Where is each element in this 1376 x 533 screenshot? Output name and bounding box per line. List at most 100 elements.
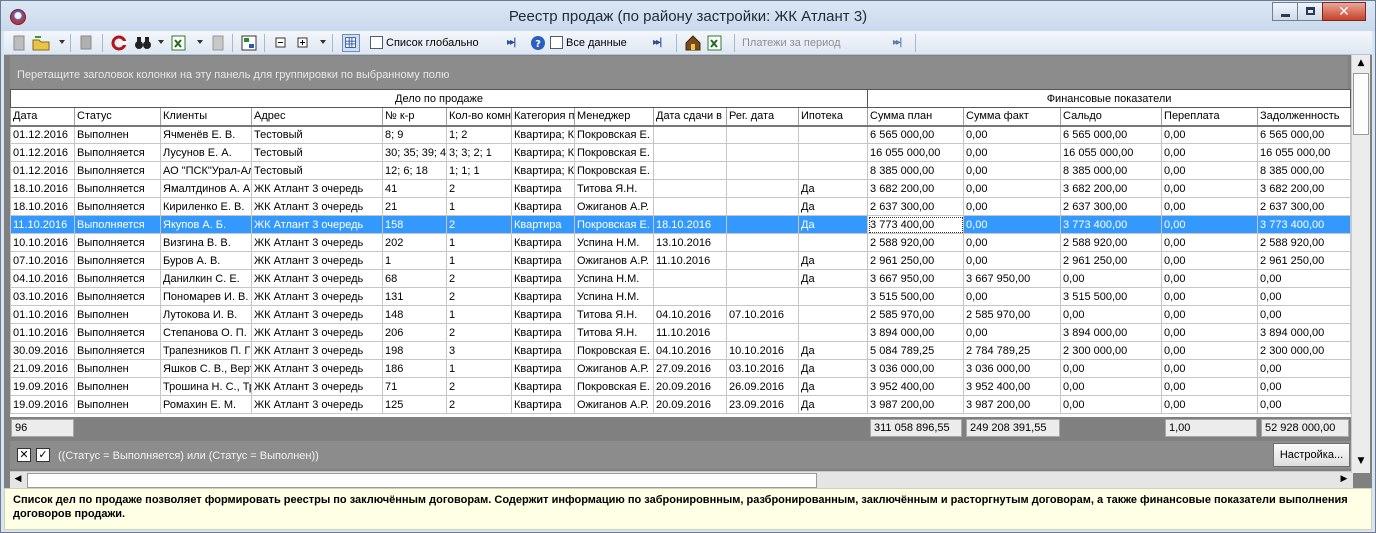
table-cell[interactable]: 8 385 000,00 bbox=[1060, 161, 1163, 180]
table-cell[interactable]: 148 bbox=[382, 305, 447, 324]
clear-filter-icon[interactable]: ✕ bbox=[17, 448, 31, 462]
table-cell[interactable]: 3 894 000,00 bbox=[867, 323, 965, 342]
table-cell[interactable] bbox=[726, 323, 799, 342]
table-cell[interactable]: 2 300 000,00 bbox=[1060, 341, 1163, 360]
table-cell[interactable]: Да bbox=[797, 251, 869, 270]
tree-view-icon[interactable] bbox=[240, 34, 258, 52]
table-cell[interactable]: 21 bbox=[382, 197, 447, 216]
column-header[interactable]: Сальдо bbox=[1060, 107, 1163, 127]
table-cell[interactable]: Покровская Е. bbox=[574, 377, 654, 396]
table-cell[interactable]: 03.10.2016 bbox=[10, 287, 75, 306]
table-cell[interactable]: Ожиганов А.Р. bbox=[574, 395, 654, 414]
table-cell[interactable]: Выполняется bbox=[74, 161, 161, 180]
table-cell[interactable] bbox=[797, 305, 869, 324]
table-cell[interactable]: 0,00 bbox=[963, 251, 1062, 270]
table-cell[interactable]: 0,00 bbox=[1060, 269, 1163, 288]
table-cell[interactable]: 01.12.2016 bbox=[10, 161, 75, 180]
table-cell[interactable]: 206 bbox=[382, 323, 447, 342]
table-cell[interactable]: 16 055 000,00 bbox=[1257, 143, 1352, 162]
open-folder-icon[interactable] bbox=[32, 34, 50, 52]
table-cell[interactable]: ЖК Атлант 3 очередь bbox=[251, 395, 383, 414]
table-cell[interactable]: Выполняется bbox=[74, 143, 161, 162]
table-cell[interactable]: Квартира bbox=[511, 341, 575, 360]
table-cell[interactable]: Ячменёв Е. В. bbox=[160, 125, 252, 144]
table-cell[interactable] bbox=[653, 287, 727, 306]
table-row[interactable]: 11.10.2016 Выполняется Якупов А. Б. ЖК Атла… bbox=[10, 215, 1352, 234]
table-cell[interactable]: 07.10.2016 bbox=[10, 251, 75, 270]
table-cell[interactable]: ЖК Атлант 3 очередь bbox=[251, 215, 383, 234]
table-cell[interactable]: 8 385 000,00 bbox=[867, 161, 965, 180]
table-cell[interactable]: 0,00 bbox=[1161, 395, 1259, 414]
maximize-button[interactable] bbox=[1297, 2, 1323, 21]
expand-icon[interactable] bbox=[294, 34, 312, 52]
table-cell[interactable]: Ямалтдинов А. А bbox=[160, 179, 252, 198]
table-cell[interactable]: 04.10.2016 bbox=[653, 305, 727, 324]
table-cell[interactable]: 71 bbox=[382, 377, 447, 396]
table-cell[interactable]: Покровская Е. bbox=[574, 341, 654, 360]
table-cell[interactable]: Выполняется bbox=[74, 251, 161, 270]
table-cell[interactable]: 3 036 000,00 bbox=[867, 359, 965, 378]
table-cell[interactable]: Квартира bbox=[511, 215, 575, 234]
table-cell[interactable]: 8 385 000,00 bbox=[1257, 161, 1352, 180]
table-cell[interactable]: ЖК Атлант 3 очередь bbox=[251, 341, 383, 360]
table-cell[interactable]: 1 bbox=[382, 251, 447, 270]
band-header-deal[interactable]: Дело по продаже bbox=[10, 89, 869, 108]
table-cell[interactable]: 2 300 000,00 bbox=[1257, 341, 1352, 360]
all-data-checkbox[interactable] bbox=[550, 36, 563, 49]
table-cell[interactable]: 12; 6; 18 bbox=[382, 161, 447, 180]
column-header[interactable]: Адрес bbox=[251, 107, 383, 127]
table-cell[interactable]: Успина Н.М. bbox=[574, 269, 654, 288]
table-cell[interactable]: 3 773 400,00 bbox=[867, 215, 965, 234]
table-cell[interactable]: 0,00 bbox=[1161, 251, 1259, 270]
table-cell[interactable]: 0,00 bbox=[1060, 395, 1163, 414]
table-cell[interactable]: 202 bbox=[382, 233, 447, 252]
payments-period-label[interactable]: Платежи за период bbox=[742, 37, 841, 49]
table-cell[interactable]: 0,00 bbox=[1161, 197, 1259, 216]
scroll-up-icon[interactable]: ▲ bbox=[1353, 56, 1369, 72]
table-cell[interactable] bbox=[653, 143, 727, 162]
table-cell[interactable]: Выполняется bbox=[74, 341, 161, 360]
table-cell[interactable]: 0,00 bbox=[1257, 395, 1352, 414]
period-nav-arrows-icon[interactable]: ▸▸| bbox=[507, 37, 517, 48]
table-cell[interactable]: 0,00 bbox=[1257, 269, 1352, 288]
table-cell[interactable]: 01.12.2016 bbox=[10, 143, 75, 162]
table-cell[interactable]: 2 784 789,25 bbox=[963, 341, 1062, 360]
table-cell[interactable]: ЖК Атлант 3 очередь bbox=[251, 251, 383, 270]
table-cell[interactable]: 0,00 bbox=[1161, 341, 1259, 360]
table-cell[interactable]: Выполняется bbox=[74, 287, 161, 306]
table-cell[interactable]: 2 961 250,00 bbox=[867, 251, 965, 270]
table-cell[interactable]: Покровская Е. bbox=[574, 161, 654, 180]
help-icon[interactable]: ? bbox=[529, 34, 547, 52]
table-cell[interactable]: 131 bbox=[382, 287, 447, 306]
table-cell[interactable]: Квартира bbox=[511, 197, 575, 216]
table-cell[interactable]: 2 bbox=[446, 287, 512, 306]
open-dropdown-arrow-icon[interactable] bbox=[59, 40, 65, 44]
minimize-button[interactable] bbox=[1272, 2, 1298, 21]
table-row[interactable]: 01.12.2016 Выполняется Лусунов Е. А. Тестов… bbox=[10, 143, 1352, 162]
table-cell[interactable]: 19.09.2016 bbox=[10, 377, 75, 396]
table-cell[interactable]: 19.09.2016 bbox=[10, 395, 75, 414]
table-cell[interactable]: 26.09.2016 bbox=[726, 377, 799, 396]
table-cell[interactable]: 0,00 bbox=[963, 233, 1062, 252]
refresh-icon[interactable] bbox=[110, 34, 128, 52]
table-row[interactable]: 01.12.2016 Выполняется АО "ПСК"Урал-Ал Тест… bbox=[10, 161, 1352, 180]
table-cell[interactable]: 3 667 950,00 bbox=[963, 269, 1062, 288]
scroll-down-icon[interactable]: ▼ bbox=[1353, 454, 1369, 470]
table-cell[interactable]: 30.09.2016 bbox=[10, 341, 75, 360]
payments-nav-arrows-icon[interactable]: ▸▸| bbox=[893, 37, 903, 48]
group-by-panel[interactable]: Перетащите заголовок колонки на эту пане… bbox=[10, 56, 1348, 89]
table-cell[interactable]: 0,00 bbox=[1161, 143, 1259, 162]
table-cell[interactable]: 0,00 bbox=[963, 125, 1062, 144]
table-cell[interactable]: 3 682 200,00 bbox=[1060, 179, 1163, 198]
table-cell[interactable]: Ромахин Е. М. bbox=[160, 395, 252, 414]
table-cell[interactable]: 10.10.2016 bbox=[726, 341, 799, 360]
table-cell[interactable]: Титова Я.Н. bbox=[574, 305, 654, 324]
table-cell[interactable]: 3 773 400,00 bbox=[1257, 215, 1352, 234]
table-cell[interactable]: 3 515 500,00 bbox=[1060, 287, 1163, 306]
table-cell[interactable]: Квартира; К bbox=[511, 125, 575, 144]
table-cell[interactable]: 13.10.2016 bbox=[653, 233, 727, 252]
column-header[interactable]: Сумма план bbox=[867, 107, 965, 127]
table-cell[interactable]: ЖК Атлант 3 очередь bbox=[251, 305, 383, 324]
table-cell[interactable]: 0,00 bbox=[963, 215, 1062, 234]
column-header[interactable]: № к-р bbox=[382, 107, 447, 127]
